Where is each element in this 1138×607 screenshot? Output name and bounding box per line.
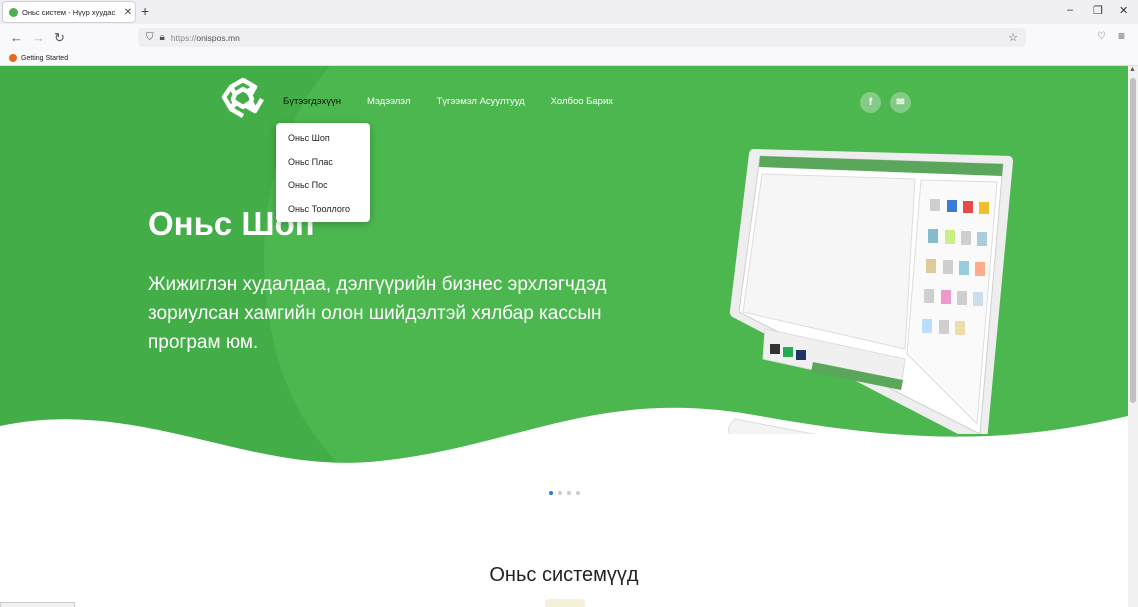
hero-description: Жижиглэн худалдаа, дэлгүүрийн бизнес эрх… bbox=[148, 274, 607, 353]
window-close-button[interactable]: ✕ bbox=[1119, 4, 1128, 17]
dropdown-item-onis-shop[interactable]: Оньс Шоп bbox=[276, 131, 370, 155]
url-bar[interactable]: ⛉ 🔒︎ https:// onispos.mn ☆ bbox=[138, 28, 1026, 47]
nav-products[interactable]: Бүтээгдэхүүн bbox=[283, 96, 341, 107]
status-bar bbox=[0, 602, 75, 607]
pocket-icon[interactable]: ♡ bbox=[1097, 31, 1106, 42]
url-scheme: https:// bbox=[170, 32, 197, 43]
section-badge bbox=[545, 599, 585, 607]
back-button[interactable]: ← bbox=[10, 30, 23, 45]
mail-icon[interactable]: ✉ bbox=[890, 92, 911, 113]
facebook-icon[interactable]: f bbox=[860, 92, 881, 113]
firefox-icon bbox=[9, 54, 17, 62]
carousel-dot[interactable] bbox=[558, 491, 562, 495]
forward-button[interactable]: → bbox=[32, 30, 45, 45]
main-nav: Бүтээгдэхүүн Мэдээлэл Түгээмэл Асуултууд… bbox=[283, 96, 613, 107]
bookmark-getting-started[interactable]: Getting Started bbox=[21, 55, 68, 62]
site-favicon-icon bbox=[9, 7, 18, 17]
scrollbar-thumb[interactable] bbox=[1130, 78, 1136, 403]
scroll-up-icon[interactable]: ▲ bbox=[1129, 66, 1136, 73]
hero-section: Бүтээгдэхүүн Мэдээлэл Түгээмэл Асуултууд… bbox=[0, 66, 1128, 486]
browser-chrome: Оньс систем - Нүүр хуудас ✕ + – ❐ ✕ ← → … bbox=[0, 0, 1138, 66]
tab-bar: Оньс систем - Нүүр хуудас ✕ + – ❐ ✕ bbox=[0, 0, 1138, 24]
tab-close-icon[interactable]: ✕ bbox=[121, 7, 135, 18]
dropdown-item-onis-pos[interactable]: Оньс Пос bbox=[276, 178, 370, 202]
nav-info[interactable]: Мэдээлэл bbox=[367, 96, 411, 107]
web-page: Бүтээгдэхүүн Мэдээлэл Түгээмэл Асуултууд… bbox=[0, 66, 1128, 607]
new-tab-button[interactable]: + bbox=[141, 3, 149, 19]
shield-icon[interactable]: ⛉ bbox=[146, 32, 154, 43]
minimize-button[interactable]: – bbox=[1067, 4, 1073, 16]
page-scrollbar[interactable]: ▲ bbox=[1128, 66, 1138, 607]
dropdown-item-onis-inventory[interactable]: Оньс Тооллого bbox=[276, 202, 370, 226]
onis-logo-icon[interactable] bbox=[221, 77, 265, 119]
carousel-dot[interactable] bbox=[567, 491, 571, 495]
bookmarks-bar: Getting Started bbox=[0, 51, 1138, 65]
carousel-indicators bbox=[549, 491, 580, 495]
lock-icon[interactable]: 🔒︎ bbox=[160, 32, 165, 43]
nav-faq[interactable]: Түгээмэл Асуултууд bbox=[437, 96, 525, 107]
pos-computer-illustration bbox=[727, 148, 1013, 434]
menu-button[interactable]: ≡ bbox=[1118, 29, 1125, 43]
bookmark-star-icon[interactable]: ☆ bbox=[1008, 31, 1018, 44]
carousel-dot[interactable] bbox=[549, 491, 553, 495]
nav-contact[interactable]: Холбоо Барих bbox=[551, 96, 613, 107]
dropdown-item-onis-plus[interactable]: Оньс Плас bbox=[276, 155, 370, 179]
reload-button[interactable]: ↻ bbox=[54, 30, 65, 46]
products-dropdown: Оньс Шоп Оньс Плас Оньс Пос Оньс Тооллог… bbox=[276, 123, 370, 222]
section-title: Оньс системүүд bbox=[489, 564, 639, 586]
tab-active[interactable]: Оньс систем - Нүүр хуудас ✕ bbox=[2, 1, 136, 23]
url-host: onispos.mn bbox=[196, 32, 240, 43]
carousel-dot[interactable] bbox=[576, 491, 580, 495]
tab-title: Оньс систем - Нүүр хуудас bbox=[22, 7, 116, 17]
restore-button[interactable]: ❐ bbox=[1093, 4, 1103, 17]
